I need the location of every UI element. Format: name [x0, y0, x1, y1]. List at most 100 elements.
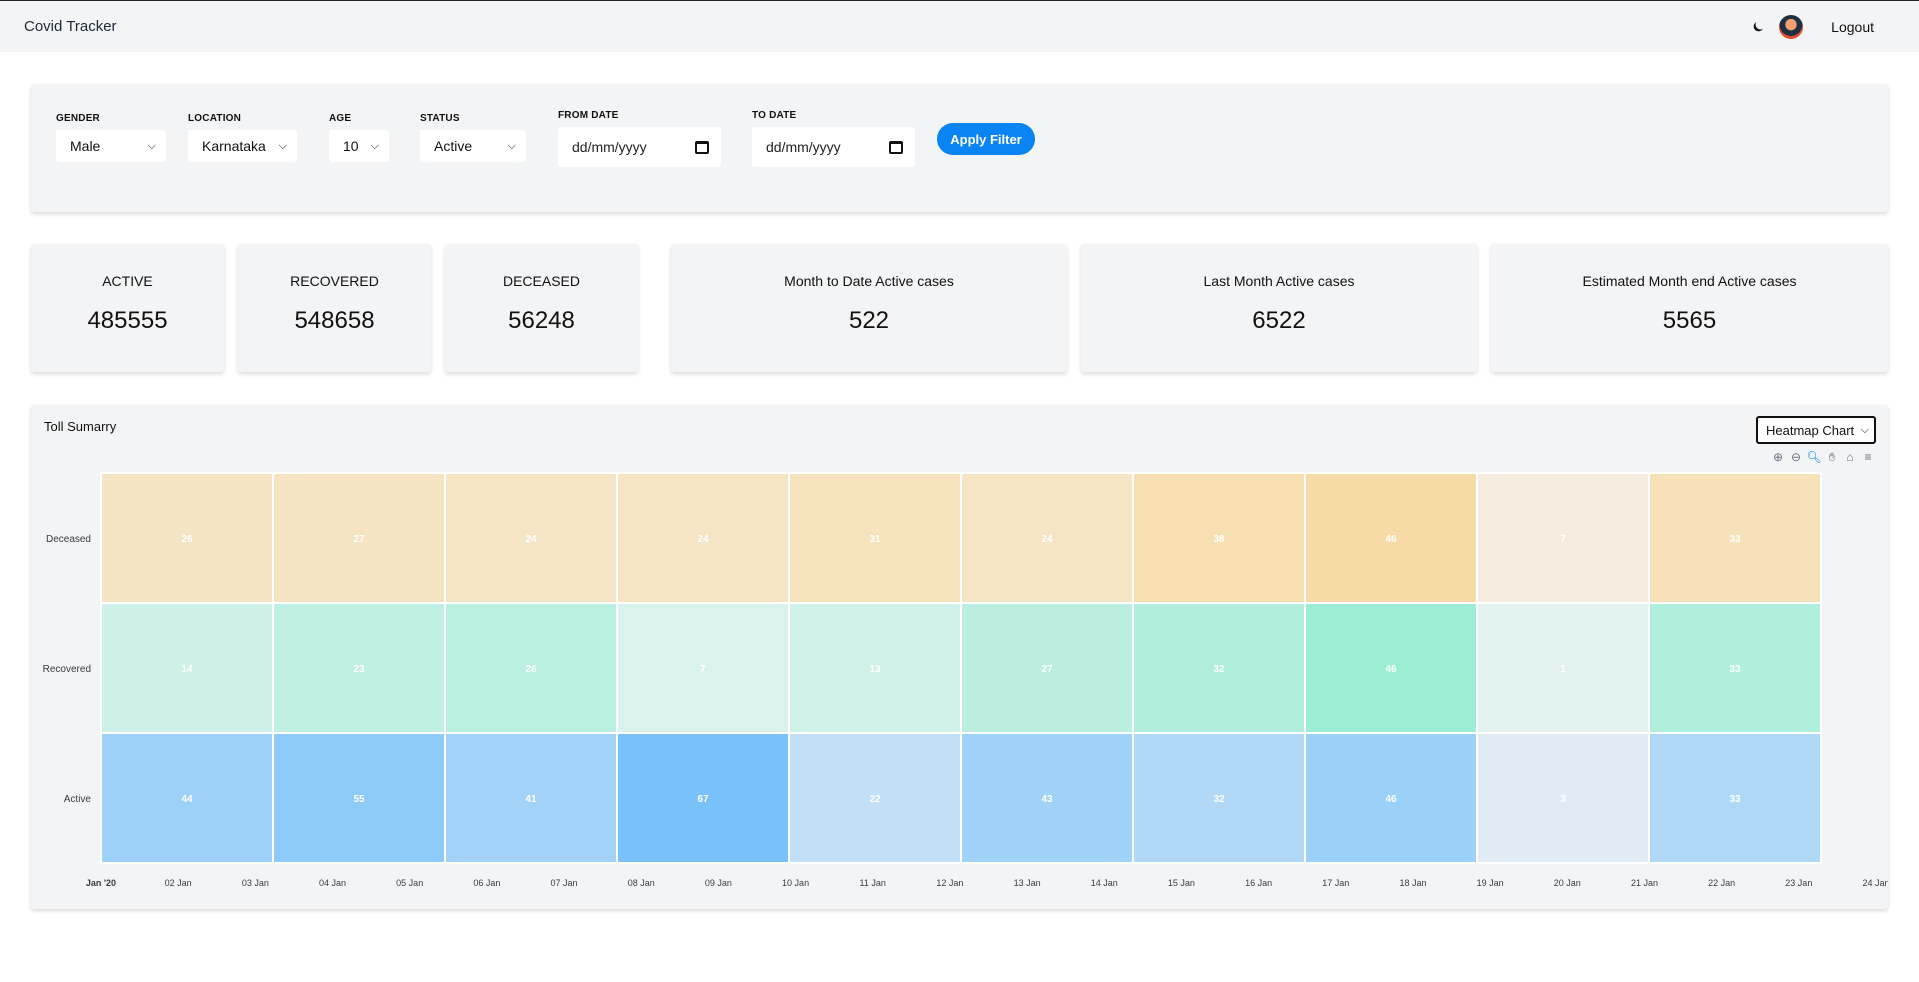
heatmap-cell-value: 46 — [1385, 534, 1397, 545]
x-axis-tick-label: 14 Jan — [1091, 878, 1118, 888]
x-axis-tick-label: 15 Jan — [1168, 878, 1195, 888]
heatmap-cell-value: 43 — [1041, 794, 1053, 805]
age-value: 10 — [343, 138, 359, 154]
x-axis-tick-label: 10 Jan — [782, 878, 809, 888]
stat-value: 5565 — [1662, 307, 1717, 334]
heatmap-cell-value: 46 — [1385, 664, 1397, 675]
nav-right: Logout — [1751, 1, 1874, 53]
dark-mode-moon-icon[interactable] — [1751, 20, 1765, 34]
x-axis-tick-label: 11 Jan — [860, 878, 886, 888]
x-axis-tick-label: 22 Jan — [1708, 878, 1735, 888]
heatmap-cell-value: 33 — [1729, 664, 1741, 675]
from-date-label: FROM DATE — [558, 110, 619, 121]
x-axis-tick-label: 13 Jan — [1014, 878, 1041, 888]
x-axis-tick-label: 21 Jan — [1631, 878, 1658, 888]
location-value: Karnataka — [202, 138, 266, 154]
zoom-out-icon[interactable]: ⊖ — [1789, 450, 1803, 464]
chart-type-value: Heatmap Chart — [1766, 422, 1855, 438]
to-date-filter: TO DATE dd/mm/yyyy — [752, 110, 915, 167]
heatmap-cell-value: 27 — [1041, 664, 1053, 675]
x-axis-tick-label: 12 Jan — [936, 878, 963, 888]
heatmap-cell-value: 32 — [1213, 794, 1225, 805]
heatmap-cell-value: 41 — [525, 794, 537, 805]
to-date-label: TO DATE — [752, 110, 797, 121]
heatmap-cell-value: 24 — [525, 534, 537, 545]
menu-icon[interactable]: ≡ — [1861, 450, 1875, 464]
stat-value: 485555 — [87, 307, 168, 334]
heatmap-cell-value: 13 — [869, 664, 881, 675]
x-axis-tick-label: 19 Jan — [1477, 878, 1504, 888]
calendar-icon[interactable] — [695, 140, 709, 154]
logout-link[interactable]: Logout — [1831, 19, 1874, 35]
gender-value: Male — [70, 138, 101, 154]
heatmap-cell-value: 23 — [353, 664, 365, 675]
stat-label: Estimated Month end Active cases — [1582, 273, 1797, 289]
heatmap-cell-value: 26 — [181, 534, 193, 545]
heatmap-cell-value: 31 — [869, 534, 881, 545]
chevron-down-icon: ⌵ — [370, 139, 379, 152]
chevron-down-icon: ⌵ — [147, 139, 156, 152]
user-avatar[interactable] — [1779, 15, 1804, 39]
heatmap-cell-value: 7 — [700, 664, 706, 675]
apply-filter-button[interactable]: Apply Filter — [937, 123, 1035, 155]
stat-label: ACTIVE — [102, 273, 153, 289]
chart-type-select[interactable]: Heatmap Chart ⌵ — [1756, 416, 1876, 444]
heatmap-cell-value: 26 — [525, 664, 537, 675]
calendar-icon[interactable] — [889, 140, 903, 154]
stat-value: 522 — [848, 307, 890, 334]
chart-title: Toll Sumarry — [44, 419, 117, 434]
status-filter: STATUS Active ⌵ — [420, 113, 526, 162]
x-axis-tick-label: 04 Jan — [319, 878, 346, 888]
location-label: LOCATION — [188, 113, 242, 124]
heatmap-cell-value: 33 — [1729, 794, 1741, 805]
status-select[interactable]: Active ⌵ — [420, 130, 526, 162]
heatmap-cell-value: 1 — [1560, 664, 1566, 675]
heatmap-cell-value: 55 — [353, 794, 365, 805]
stat-label: Last Month Active cases — [1203, 273, 1355, 289]
x-axis-tick-label: 09 Jan — [705, 878, 732, 888]
stat-card-deceased: DECEASED 56248 — [445, 244, 638, 372]
gender-select[interactable]: Male ⌵ — [56, 130, 166, 162]
location-select[interactable]: Karnataka ⌵ — [188, 130, 297, 162]
x-axis-tick-label: 16 Jan — [1245, 878, 1272, 888]
chart-toolbar: ⊕ ⊖ 🔍︎ ✋︎ ⌂ ≡ — [1771, 450, 1875, 465]
age-label: AGE — [329, 113, 352, 124]
y-axis-label: Recovered — [43, 664, 91, 675]
heatmap-cell-value: 3 — [1560, 794, 1566, 805]
heatmap-cell-value: 22 — [869, 794, 881, 805]
toll-summary-chart-card: Deceased 26 27 24 24 31 24 38 46 7 33 Recovered 14 23… — [31, 405, 1888, 909]
status-label: STATUS — [420, 113, 460, 124]
zoom-in-icon[interactable]: ⊕ — [1771, 450, 1785, 464]
location-filter: LOCATION Karnataka ⌵ — [188, 113, 297, 162]
heatmap-cell-value: 33 — [1729, 534, 1741, 545]
x-axis-tick-label: 03 Jan — [242, 878, 269, 888]
stat-label: RECOVERED — [290, 273, 379, 289]
heatmap-cell-value: 67 — [697, 794, 709, 805]
selection-zoom-icon[interactable]: 🔍︎ — [1806, 450, 1821, 464]
stat-card-estimated-month-end: Estimated Month end Active cases 5565 — [1491, 244, 1888, 372]
pan-hand-icon[interactable]: ✋︎ — [1825, 450, 1839, 464]
heatmap-cell-value: 32 — [1213, 664, 1225, 675]
age-select[interactable]: 10 ⌵ — [329, 130, 389, 162]
stat-value: 548658 — [294, 307, 375, 334]
filter-panel: GENDER Male ⌵ LOCATION Karnataka ⌵ AGE 10 ⌵… — [31, 84, 1888, 212]
from-date-filter: FROM DATE dd/mm/yyyy — [558, 110, 721, 167]
heatmap-chart: Deceased 26 27 24 24 31 24 38 46 7 33Recovered 14 23… — [43, 472, 1888, 888]
gender-filter: GENDER Male ⌵ — [56, 113, 166, 162]
to-date-placeholder: dd/mm/yyyy — [766, 139, 841, 155]
heatmap-cell-value: 44 — [181, 794, 193, 805]
chevron-down-icon: ⌵ — [278, 139, 287, 152]
stat-card-active: ACTIVE 485555 — [31, 244, 224, 372]
reset-home-icon[interactable]: ⌂ — [1843, 450, 1857, 464]
x-axis-tick-label: 18 Jan — [1399, 878, 1426, 888]
stat-value: 6522 — [1252, 307, 1306, 334]
top-navbar: Covid Tracker Logout — [0, 0, 1919, 52]
status-value: Active — [434, 138, 473, 154]
x-axis-tick-label: 05 Jan — [396, 878, 423, 888]
heatmap-cell-value: 24 — [697, 534, 709, 545]
from-date-input[interactable]: dd/mm/yyyy — [558, 127, 721, 167]
heatmap-cell-value: 27 — [353, 534, 365, 545]
heatmap-cell-value: 14 — [181, 664, 193, 675]
stat-card-last-month: Last Month Active cases 6522 — [1081, 244, 1477, 372]
to-date-input[interactable]: dd/mm/yyyy — [752, 127, 915, 167]
